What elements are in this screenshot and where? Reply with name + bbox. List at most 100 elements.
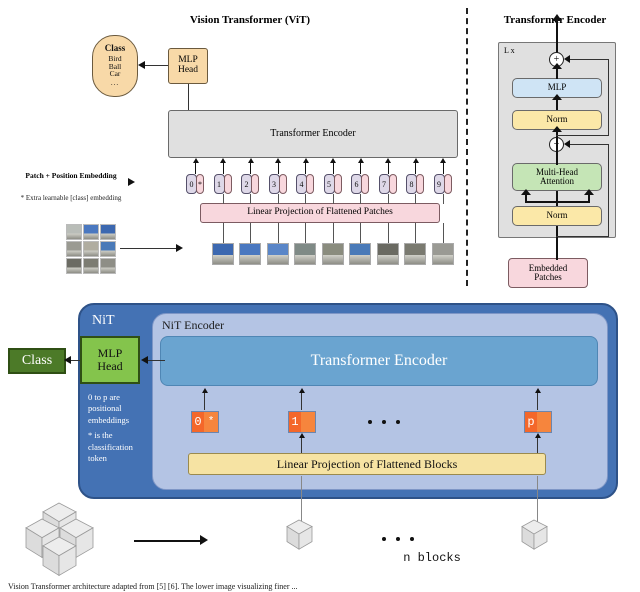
vit-token-arrow <box>440 158 446 174</box>
vit-projection-stem <box>387 223 389 243</box>
vit-token-number: 7 <box>378 174 390 194</box>
vit-projection-stem <box>332 223 334 243</box>
skip-top-vertical <box>608 59 609 135</box>
nit-token-number: 1 <box>289 412 301 432</box>
vit-projection-stem <box>360 223 361 243</box>
vit-source-patch <box>83 241 99 257</box>
vit-title: Vision Transformer (ViT) <box>189 14 311 26</box>
conn-mha-to-add2 <box>556 152 558 165</box>
nit-token-position <box>537 412 551 432</box>
vit-class-title: Class <box>104 43 126 54</box>
vit-token-4: 4 <box>296 174 314 194</box>
n-blocks-label: n blocks <box>403 551 461 565</box>
vit-token-arrow <box>220 158 226 174</box>
nit-token-0: 0 * <box>191 411 219 433</box>
dot <box>396 537 400 541</box>
nit-transformer-encoder: Transformer Encoder <box>160 336 598 386</box>
vit-token-5: 5 <box>323 174 342 194</box>
nit-token-number: p <box>525 412 537 432</box>
skip-bottom-tap <box>556 236 609 237</box>
block-cube-1 <box>286 519 313 550</box>
skip-bottom-vertical <box>608 144 609 236</box>
skip-top-horizontal <box>566 59 609 60</box>
vit-token-number: 1 <box>213 174 225 194</box>
nit-class-output: Class <box>8 348 66 374</box>
nit-mlp-to-class-arrow <box>64 356 71 364</box>
vit-token-position <box>251 174 259 194</box>
nit-token-position: * <box>204 412 218 432</box>
conn-norm2-to-mha <box>556 191 558 206</box>
nit-mlp-line2: Head <box>97 359 123 373</box>
vit-mlp-head: MLP Head <box>168 48 208 84</box>
vit-token-1: 1 <box>213 174 232 194</box>
vit-class-output: Class Bird Ball Car ... <box>92 35 138 97</box>
nit-block-stem <box>301 476 302 522</box>
block-cube-p <box>521 519 548 550</box>
dot <box>396 420 400 424</box>
conn-add2-to-norm1 <box>556 130 558 152</box>
vit-token-position: * <box>196 174 204 194</box>
conn-embed-to-norm2 <box>556 226 558 260</box>
nit-encoder-label: NiT Encoder <box>162 318 225 332</box>
nit-block-ellipsis <box>382 537 414 541</box>
dot <box>382 420 386 424</box>
vit-token-arrow <box>357 158 364 174</box>
nit-token-1: 1 <box>288 411 316 433</box>
vit-token-position <box>333 174 342 194</box>
vit-source-patch <box>66 258 82 274</box>
vit-class-arrow-head <box>138 61 145 69</box>
nit-mlp-head: MLP Head <box>80 336 140 384</box>
nit-token-up-arrow <box>201 388 208 410</box>
vit-mlp-to-encoder-line <box>188 84 189 110</box>
vit-token-0: 0 * <box>186 174 204 194</box>
vit-patch-image <box>349 243 371 265</box>
skip-top-tap <box>556 135 609 136</box>
mha-line2: Attention <box>540 176 574 186</box>
encoder-embedded-patches: Embedded Patches <box>508 258 588 288</box>
nit-token-position <box>301 412 315 432</box>
vit-projection-stem <box>222 223 224 243</box>
vit-token-stem <box>415 194 416 204</box>
vit-token-7: 7 <box>378 174 397 194</box>
vit-projection-stem <box>277 223 279 243</box>
mha-input-left-arrow <box>521 189 531 195</box>
vit-token-stem <box>332 194 334 204</box>
vit-token-3: 3 <box>268 174 287 194</box>
conn-mlp-to-add-arrow <box>552 63 562 69</box>
vit-token-position <box>443 174 452 194</box>
vit-source-patch <box>66 241 82 257</box>
nit-encoder-to-mlp-arrow <box>141 356 148 364</box>
figure-caption: Vision Transformer architecture adapted … <box>8 582 298 591</box>
encoder-repeat-label: L x <box>504 46 515 55</box>
mha-input-bus <box>525 201 590 203</box>
skip-bottom-horizontal <box>566 144 609 145</box>
conn-add2-to-norm1-arrow <box>552 126 562 132</box>
cube-split-arrow-line <box>134 540 202 542</box>
vit-source-arrow-head <box>176 244 183 252</box>
nit-linear-projection: Linear Projection of Flattened Blocks <box>188 453 546 475</box>
vit-token-position <box>223 174 232 194</box>
vit-token-6: 6 <box>351 174 369 194</box>
nit-note-classification: * is the classification token <box>88 430 133 464</box>
nit-token-number: 0 <box>192 412 204 432</box>
vit-token-arrow <box>330 158 336 174</box>
vit-token-position <box>306 174 314 194</box>
vit-source-patch <box>66 224 82 240</box>
encoder-multi-head-attention: Multi-Head Attention <box>512 163 602 191</box>
encoder-output-arrow <box>552 14 562 21</box>
dot <box>382 537 386 541</box>
mha-input-right-arrow <box>584 189 594 195</box>
skip-bottom-arrow <box>564 140 570 148</box>
vit-token-arrow <box>412 158 419 174</box>
vit-token-position <box>388 174 397 194</box>
vit-patch-image <box>404 243 426 265</box>
vit-token-number: 3 <box>268 174 280 194</box>
panel-divider <box>466 8 468 286</box>
encoder-output-line <box>556 18 558 54</box>
vit-mlp-head-line2: Head <box>177 65 199 75</box>
vit-class-ellipsis: ... <box>110 79 120 88</box>
embedded-line2: Patches <box>534 272 562 282</box>
vit-token-position <box>416 174 424 194</box>
nit-label: NiT <box>92 313 115 328</box>
vit-class-item-2: Car <box>109 69 121 79</box>
